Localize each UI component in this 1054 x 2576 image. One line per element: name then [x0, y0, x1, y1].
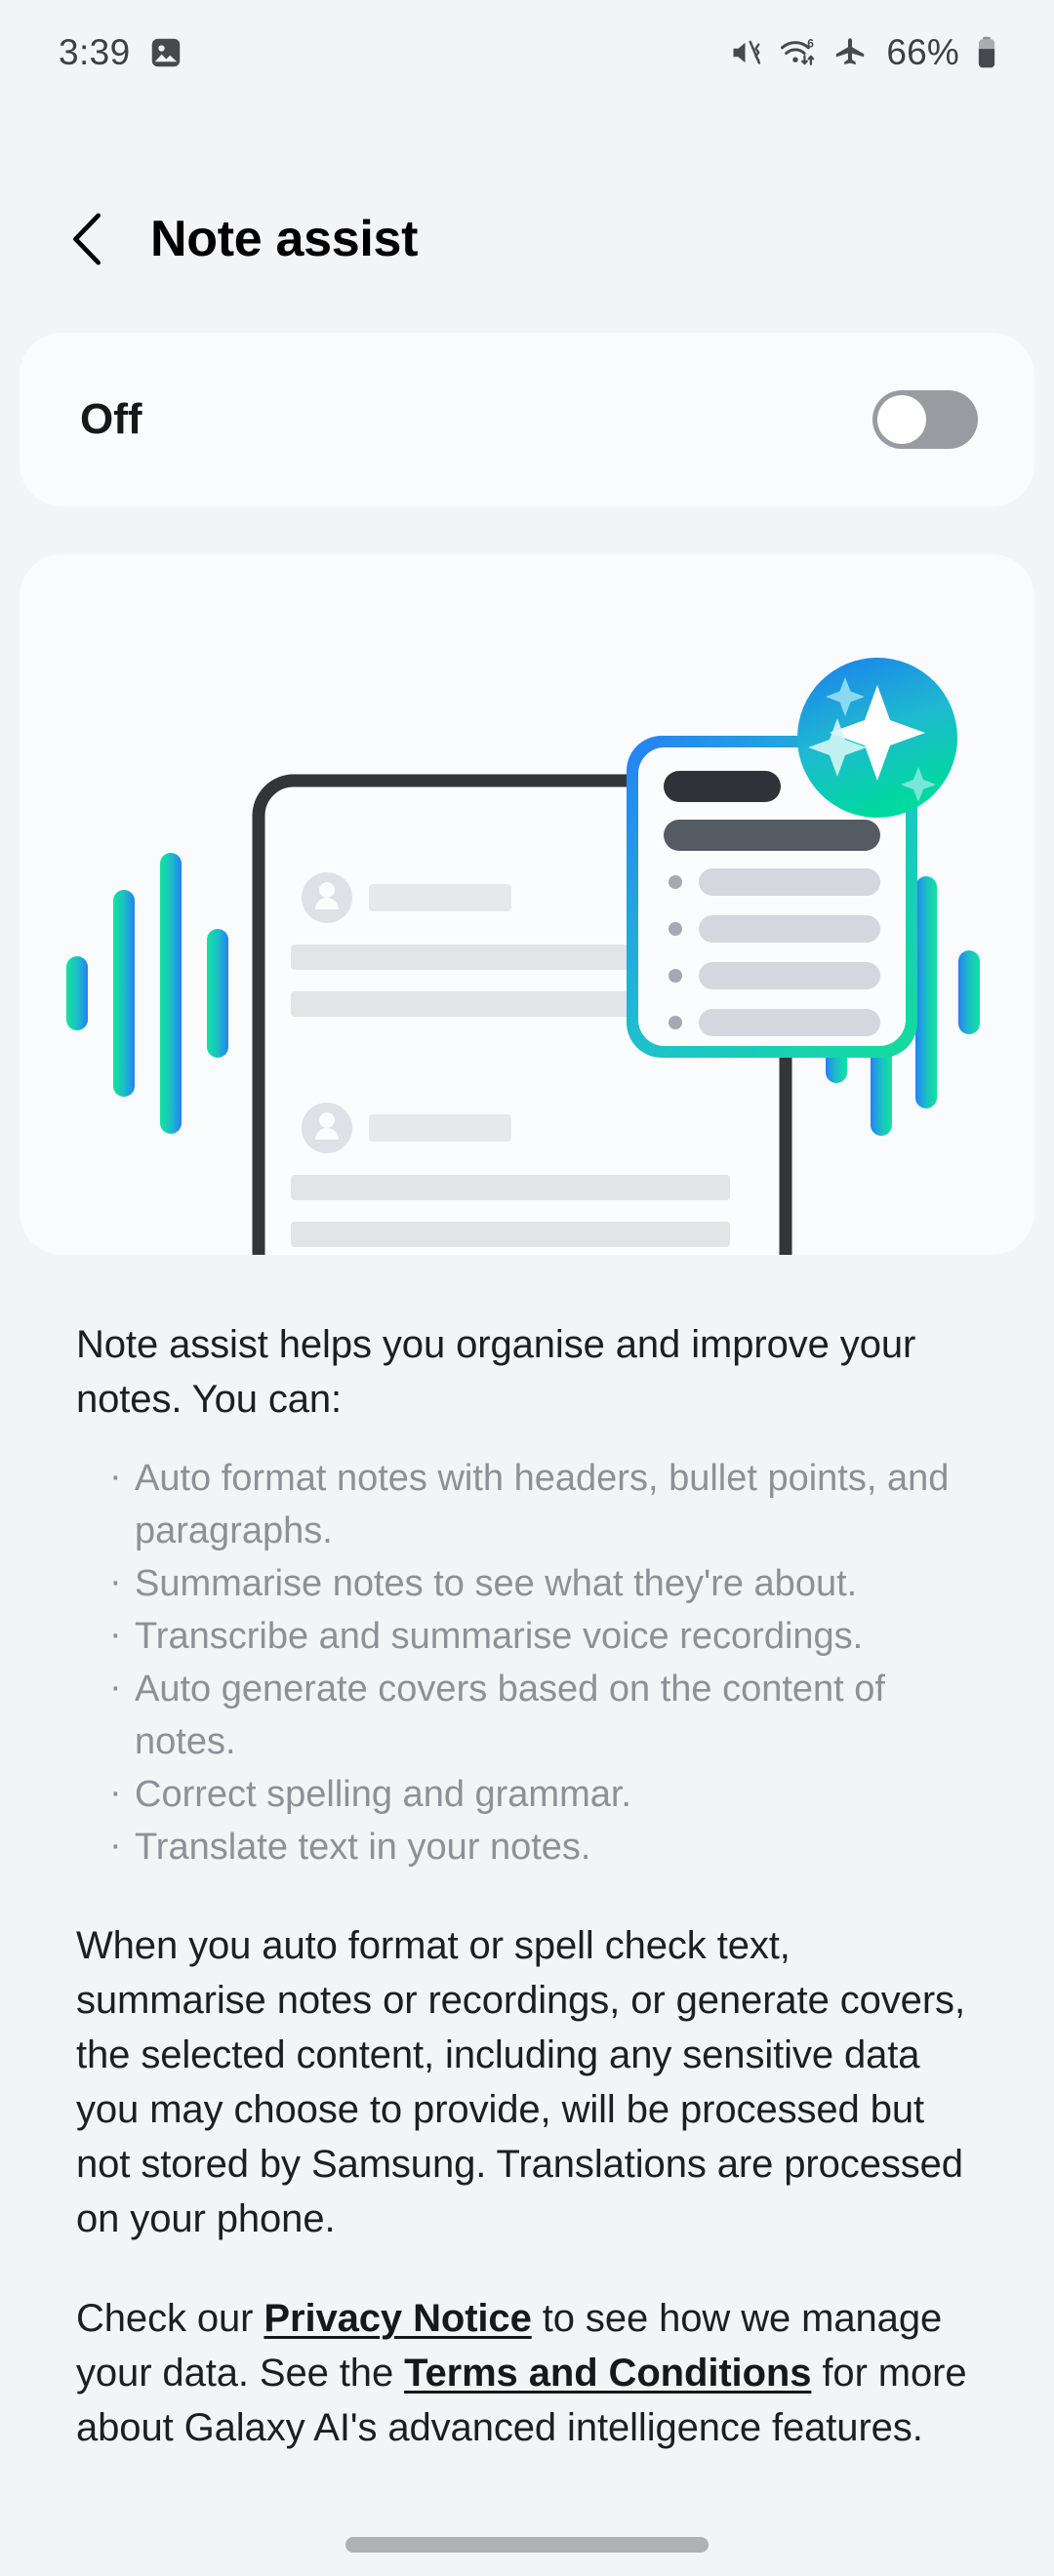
- note-assist-toggle-card[interactable]: Off: [20, 333, 1034, 506]
- list-item: Transcribe and summarise voice recording…: [107, 1608, 976, 1663]
- feature-illustration-card: [20, 554, 1034, 1255]
- ai-sparkle-badge: [797, 658, 957, 818]
- toggle-state-label: Off: [80, 395, 142, 443]
- privacy-notice-link[interactable]: Privacy Notice: [264, 2297, 531, 2340]
- capabilities-list: Auto format notes with headers, bullet p…: [76, 1450, 976, 1873]
- back-button[interactable]: [61, 211, 117, 267]
- status-bar-right: 6 66%: [729, 32, 999, 73]
- list-item: Correct spelling and grammar.: [107, 1766, 976, 1821]
- page-title: Note assist: [150, 211, 419, 267]
- summary-subtitle-bar: [664, 820, 880, 851]
- list-item: Translate text in your notes.: [107, 1819, 976, 1873]
- terms-and-conditions-link[interactable]: Terms and Conditions: [404, 2352, 811, 2395]
- note-assist-switch[interactable]: [872, 390, 978, 449]
- status-bar-left: 3:39: [59, 32, 183, 73]
- description-section: Note assist helps you organise and impro…: [0, 1317, 1054, 2455]
- list-item: Auto generate covers based on the conten…: [107, 1661, 976, 1768]
- note-assist-settings-screen: 3:39 6 66% Note assist Off Note assist h…: [0, 0, 1054, 2576]
- status-bar-clock: 3:39: [59, 32, 131, 72]
- mute-vibrate-icon: [729, 35, 764, 70]
- list-item: Summarise notes to see what they're abou…: [107, 1555, 976, 1610]
- status-bar: 3:39 6 66%: [0, 0, 1054, 105]
- summary-title-bar: [664, 771, 781, 802]
- list-item: Auto format notes with headers, bullet p…: [107, 1450, 976, 1557]
- wifi-6-data-icon: 6: [779, 35, 818, 70]
- legal-links-paragraph: Check our Privacy Notice to see how we m…: [76, 2291, 976, 2455]
- home-gesture-bar[interactable]: [345, 2537, 709, 2553]
- battery-percent-label: 66%: [886, 32, 959, 72]
- svg-text:6: 6: [808, 36, 815, 50]
- app-bar: Note assist: [0, 176, 1054, 302]
- legal-text-part1: Check our: [76, 2297, 264, 2340]
- privacy-paragraph: When you auto format or spell check text…: [76, 1924, 965, 2240]
- intro-paragraph: Note assist helps you organise and impro…: [76, 1323, 916, 1421]
- switch-knob: [877, 395, 926, 444]
- airplane-mode-icon: [832, 35, 868, 70]
- gallery-image-icon: [148, 35, 183, 70]
- note-assist-illustration: [20, 554, 1034, 1255]
- battery-icon: [974, 35, 999, 70]
